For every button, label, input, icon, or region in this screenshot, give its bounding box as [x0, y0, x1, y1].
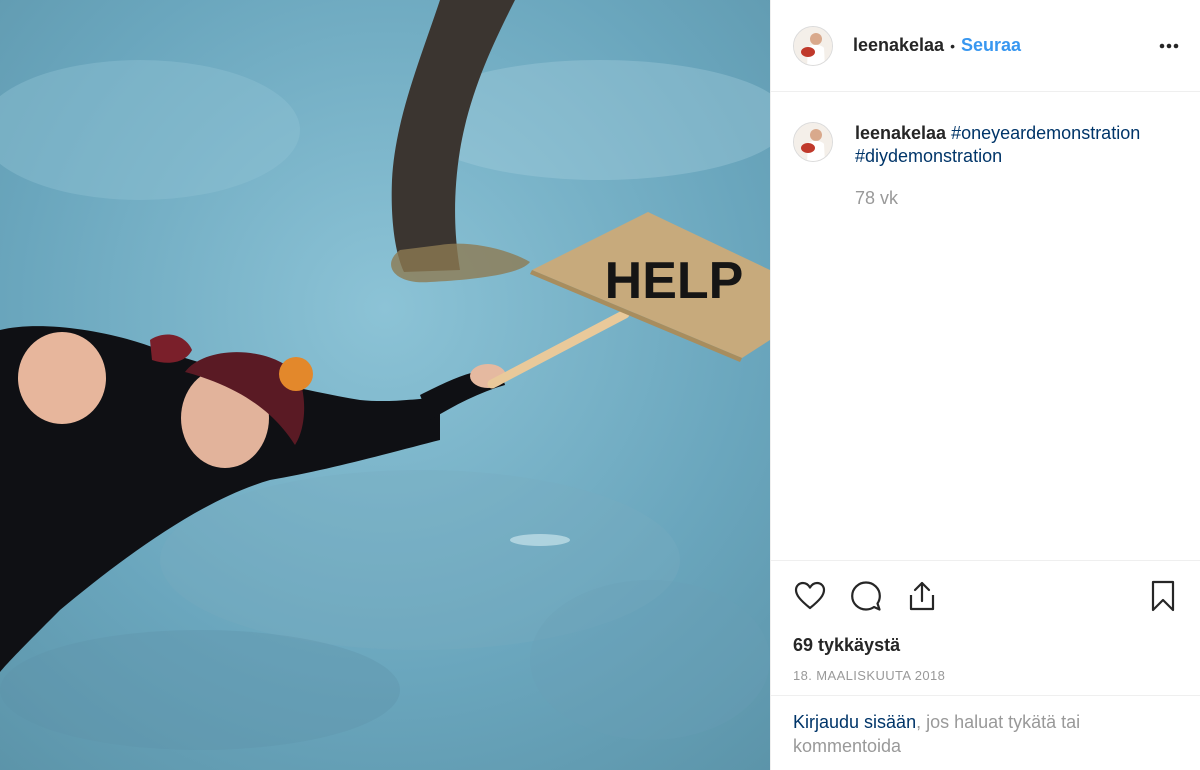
caption-username[interactable]: leenakelaa	[855, 123, 946, 143]
caption-avatar[interactable]	[793, 122, 833, 162]
action-bar	[771, 560, 1200, 630]
heart-icon[interactable]	[793, 579, 827, 613]
bookmark-icon[interactable]	[1146, 579, 1180, 613]
login-prompt: Kirjaudu sisään, jos haluat tykätä tai k…	[771, 695, 1200, 770]
hashtag-link[interactable]: #diydemonstration	[855, 146, 1002, 166]
header-username[interactable]: leenakelaa	[853, 35, 944, 56]
likes-count[interactable]: 69 tykkäystä	[771, 630, 1200, 660]
post-date[interactable]: 18. maaliskuuta 2018	[771, 660, 1200, 695]
sign-text: HELP	[605, 252, 744, 310]
post-photo[interactable]: HELP	[0, 0, 770, 770]
login-link[interactable]: Kirjaudu sisään	[793, 712, 916, 732]
avatar-image	[794, 123, 832, 161]
header-separator: •	[950, 37, 955, 54]
avatar-image	[794, 26, 832, 65]
avatar[interactable]	[793, 25, 833, 66]
follow-button[interactable]: Seuraa	[961, 35, 1021, 56]
post-header: leenakelaa • Seuraa	[771, 0, 1200, 92]
post-image: HELP	[0, 0, 770, 770]
instagram-post: HELP leenakelaa • Seuraa leenakelaa #one…	[0, 0, 1200, 770]
caption-timestamp[interactable]: 78 vk	[855, 187, 1140, 210]
share-icon[interactable]	[905, 579, 939, 613]
comment-icon[interactable]	[849, 579, 883, 613]
hashtag-link[interactable]: #oneyeardemonstration	[951, 123, 1140, 143]
caption-text: leenakelaa #oneyeardemonstration #diydem…	[855, 122, 1140, 560]
post-caption: leenakelaa #oneyeardemonstration #diydem…	[771, 92, 1200, 560]
more-options-icon[interactable]	[1158, 35, 1180, 57]
post-sidebar: leenakelaa • Seuraa leenakelaa #oneyeard…	[770, 0, 1200, 770]
